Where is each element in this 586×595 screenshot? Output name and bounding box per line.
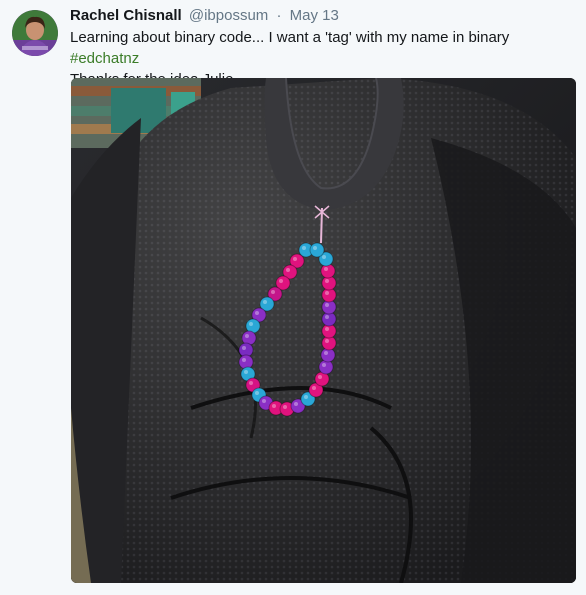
author-name[interactable]: Rachel Chisnall: [70, 7, 182, 24]
tweet-text-main: Learning about binary code... I want a '…: [70, 29, 510, 46]
tweet: Rachel Chisnall @ibpossum · May 13 Learn…: [0, 0, 586, 595]
hashtag-link[interactable]: #edchatnz: [70, 50, 139, 67]
separator-dot: ·: [276, 7, 282, 24]
author-handle[interactable]: @ibpossum: [189, 7, 268, 24]
avatar[interactable]: [12, 10, 58, 56]
avatar-photo-icon: [12, 10, 58, 56]
tweet-header: Rachel Chisnall @ibpossum · May 13: [70, 6, 339, 26]
photo-image: [71, 78, 576, 583]
tweet-text-line-1: Learning about binary code... I want a '…: [70, 27, 575, 69]
tweet-photo[interactable]: [71, 78, 576, 583]
tweet-date[interactable]: May 13: [290, 7, 339, 24]
